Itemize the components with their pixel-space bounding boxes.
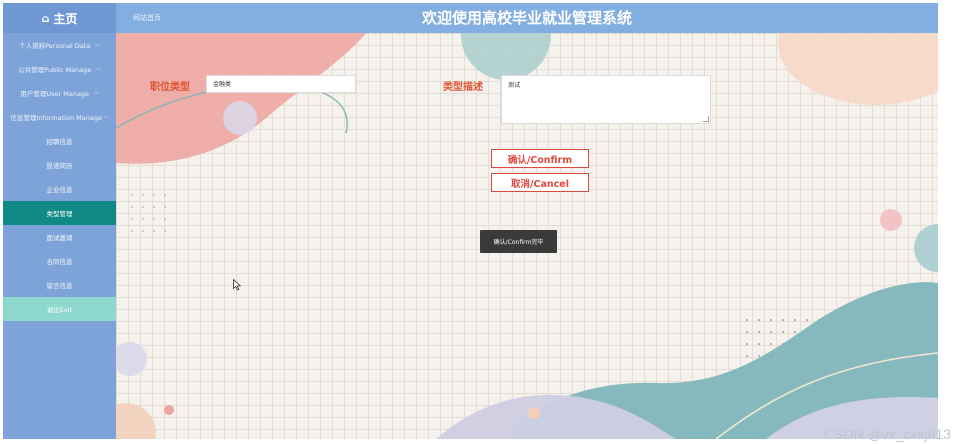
chevron-down-icon: ⌵ — [94, 89, 99, 96]
sidebar-item-label: 企业信息 — [46, 186, 73, 194]
csdn-watermark: CSDN @vx_cxsj813 — [823, 426, 951, 442]
sidebar-item-interview-invite[interactable]: 面试邀请 — [3, 225, 116, 249]
cancel-button[interactable]: 取消/Cancel — [491, 173, 589, 192]
sidebar-item-label: 信息管理Information Manage — [10, 114, 102, 122]
toast-message: 确认/Confirm完毕 — [480, 230, 557, 253]
sidebar-item-public-manage[interactable]: 公共管理Public Manage ⌵ — [3, 57, 116, 81]
resize-handle-icon[interactable] — [703, 116, 709, 122]
type-name-value: 金融类 — [213, 81, 232, 88]
sidebar-item-label: 留言信息 — [46, 282, 73, 290]
sidebar-item-personal-data[interactable]: 个人资料Personal Data ⌵ — [3, 33, 116, 57]
mouse-cursor-icon — [233, 279, 241, 291]
sidebar-item-message-info[interactable]: 留言信息 — [3, 273, 116, 297]
chevron-down-icon: ⌵ — [103, 113, 109, 120]
page-title: 欢迎使用高校毕业就业管理系统 — [421, 9, 632, 27]
sidebar-item-contract-info[interactable]: 合同信息 — [3, 249, 116, 273]
sidebar-item-label: 类型管理 — [46, 210, 73, 218]
sidebar-item-label: 公共管理Public Manage — [18, 66, 92, 74]
sidebar-item-user-manage[interactable]: 用户管理User Manage ⌵ — [3, 81, 116, 105]
top-header: 欢迎使用高校毕业就业管理系统 网站首页 — [116, 3, 938, 33]
chevron-down-icon: ⌵ — [96, 65, 101, 72]
breadcrumb-home-link[interactable]: 网站首页 — [133, 3, 161, 33]
type-description-value: 测试 — [508, 82, 521, 89]
sidebar-brand-home[interactable]: ⌂ 主页 — [3, 3, 116, 33]
type-name-input[interactable]: 金融类 — [206, 75, 356, 93]
sidebar-item-label: 面试邀请 — [46, 234, 73, 242]
confirm-button[interactable]: 确认/Confirm — [491, 149, 589, 168]
sidebar-item-recruitment-info[interactable]: 招聘信息 — [3, 129, 116, 153]
sidebar-item-label: 个人资料Personal Data — [19, 42, 91, 50]
app-window: ⌂ 主页 个人资料Personal Data ⌵ 公共管理Public Mana… — [3, 3, 938, 439]
sidebar-item-label: 合同信息 — [46, 258, 73, 266]
home-icon: ⌂ — [41, 11, 50, 25]
sidebar-item-company-info[interactable]: 企业信息 — [3, 177, 116, 201]
type-name-label: 职位类型 — [150, 82, 190, 93]
main-content: 职位类型 金融类 类型描述 测试 确认/Confirm 取消/Cancel 确认… — [116, 33, 938, 439]
type-description-label: 类型描述 — [443, 82, 483, 93]
sidebar-brand-label: 主页 — [53, 11, 78, 26]
sidebar-item-label: 投递简历 — [46, 162, 73, 170]
sidebar-item-information-manage[interactable]: 信息管理Information Manage ⌵ — [3, 105, 116, 129]
sidebar-item-exit[interactable]: 退出Exit — [3, 297, 116, 321]
sidebar-item-label: 招聘信息 — [46, 138, 73, 146]
sidebar-item-type-manage[interactable]: 类型管理 — [3, 201, 116, 225]
sidebar-item-label: 用户管理User Manage — [20, 90, 90, 98]
type-description-textarea[interactable]: 测试 — [501, 75, 711, 124]
sidebar: ⌂ 主页 个人资料Personal Data ⌵ 公共管理Public Mana… — [3, 3, 116, 439]
sidebar-item-label: 退出Exit — [46, 306, 73, 314]
sidebar-item-submit-resume[interactable]: 投递简历 — [3, 153, 116, 177]
chevron-down-icon: ⌵ — [95, 41, 100, 48]
